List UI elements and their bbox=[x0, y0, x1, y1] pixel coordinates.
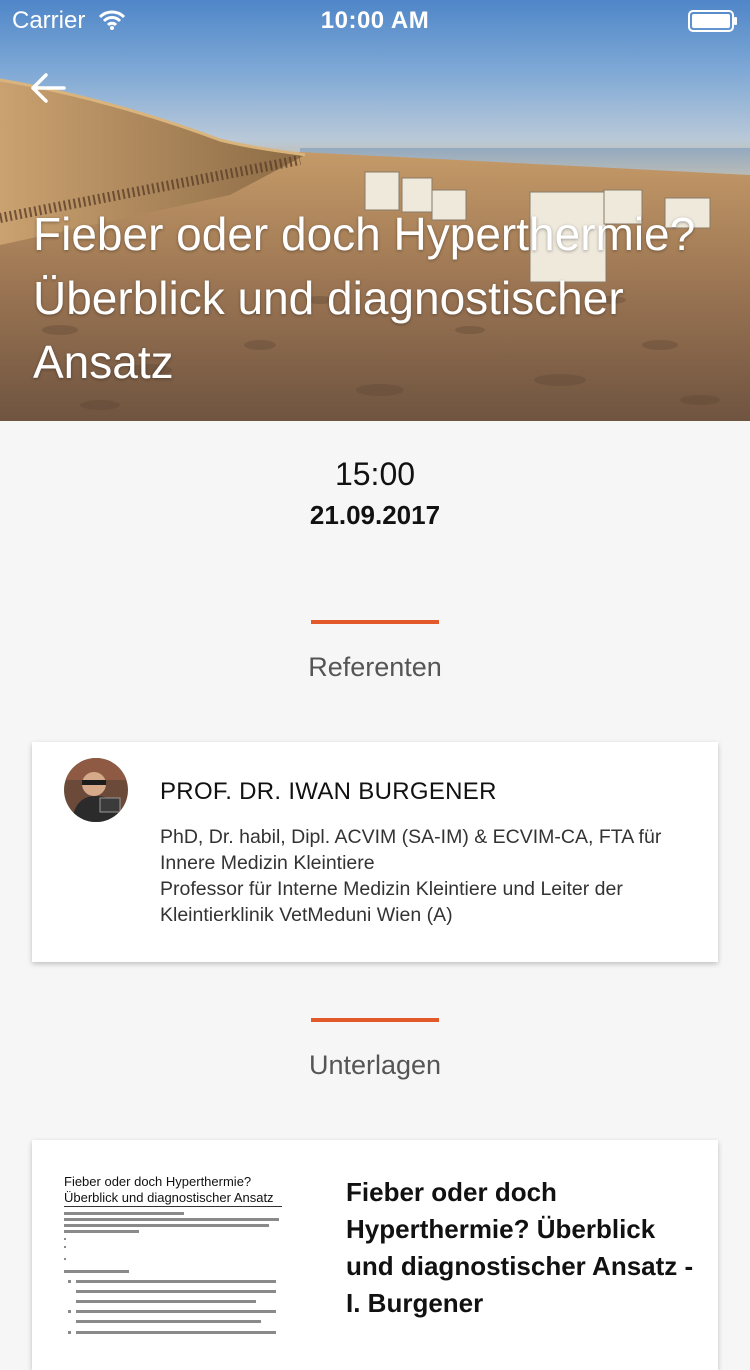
document-thumbnail: Fieber oder doch Hyperthermie? Überblick… bbox=[32, 1140, 312, 1334]
back-button[interactable] bbox=[28, 68, 76, 112]
speaker-bio-line: Kleintierklinik VetMeduni Wien (A) bbox=[160, 904, 453, 926]
speaker-bio-line: Innere Medizin Kleintiere bbox=[160, 852, 375, 874]
battery-icon bbox=[688, 10, 737, 32]
document-title: Fieber oder doch Hyperthermie? Überblick… bbox=[346, 1177, 694, 1318]
section-title-speakers: Referenten bbox=[308, 652, 442, 682]
arrow-left-icon bbox=[31, 73, 66, 103]
section-title-documents: Unterlagen bbox=[308, 1050, 442, 1080]
document-card[interactable]: Fieber oder doch Hyperthermie? Überblick… bbox=[32, 1140, 718, 1370]
speaker-bio-line: PhD, Dr. habil, Dipl. ACVIM (SA-IM) & EC… bbox=[160, 826, 662, 848]
section-divider bbox=[311, 1018, 439, 1022]
speaker-bio: PhD, Dr. habil, Dipl. ACVIM (SA-IM) & EC… bbox=[160, 824, 700, 928]
header-image: Carrier 10:00 AM Fieber oder doch Hypert… bbox=[0, 0, 750, 421]
speaker-card[interactable]: PROF. DR. IWAN BURGENER PhD, Dr. habil, … bbox=[32, 742, 718, 962]
avatar bbox=[64, 758, 128, 822]
status-bar: Carrier 10:00 AM bbox=[0, 0, 750, 40]
section-divider bbox=[311, 620, 439, 624]
thumbnail-text-lines bbox=[64, 1212, 279, 1334]
page-title: Fieber oder doch Hyperthermie? Überblick… bbox=[33, 208, 696, 388]
speaker-bio-line: Professor für Interne Medizin Kleintiere… bbox=[160, 878, 623, 900]
status-time: 10:00 AM bbox=[320, 7, 430, 34]
session-date: 21.09.2017 bbox=[309, 500, 441, 530]
session-time: 15:00 bbox=[334, 456, 416, 492]
speaker-name: PROF. DR. IWAN BURGENER bbox=[160, 778, 497, 805]
